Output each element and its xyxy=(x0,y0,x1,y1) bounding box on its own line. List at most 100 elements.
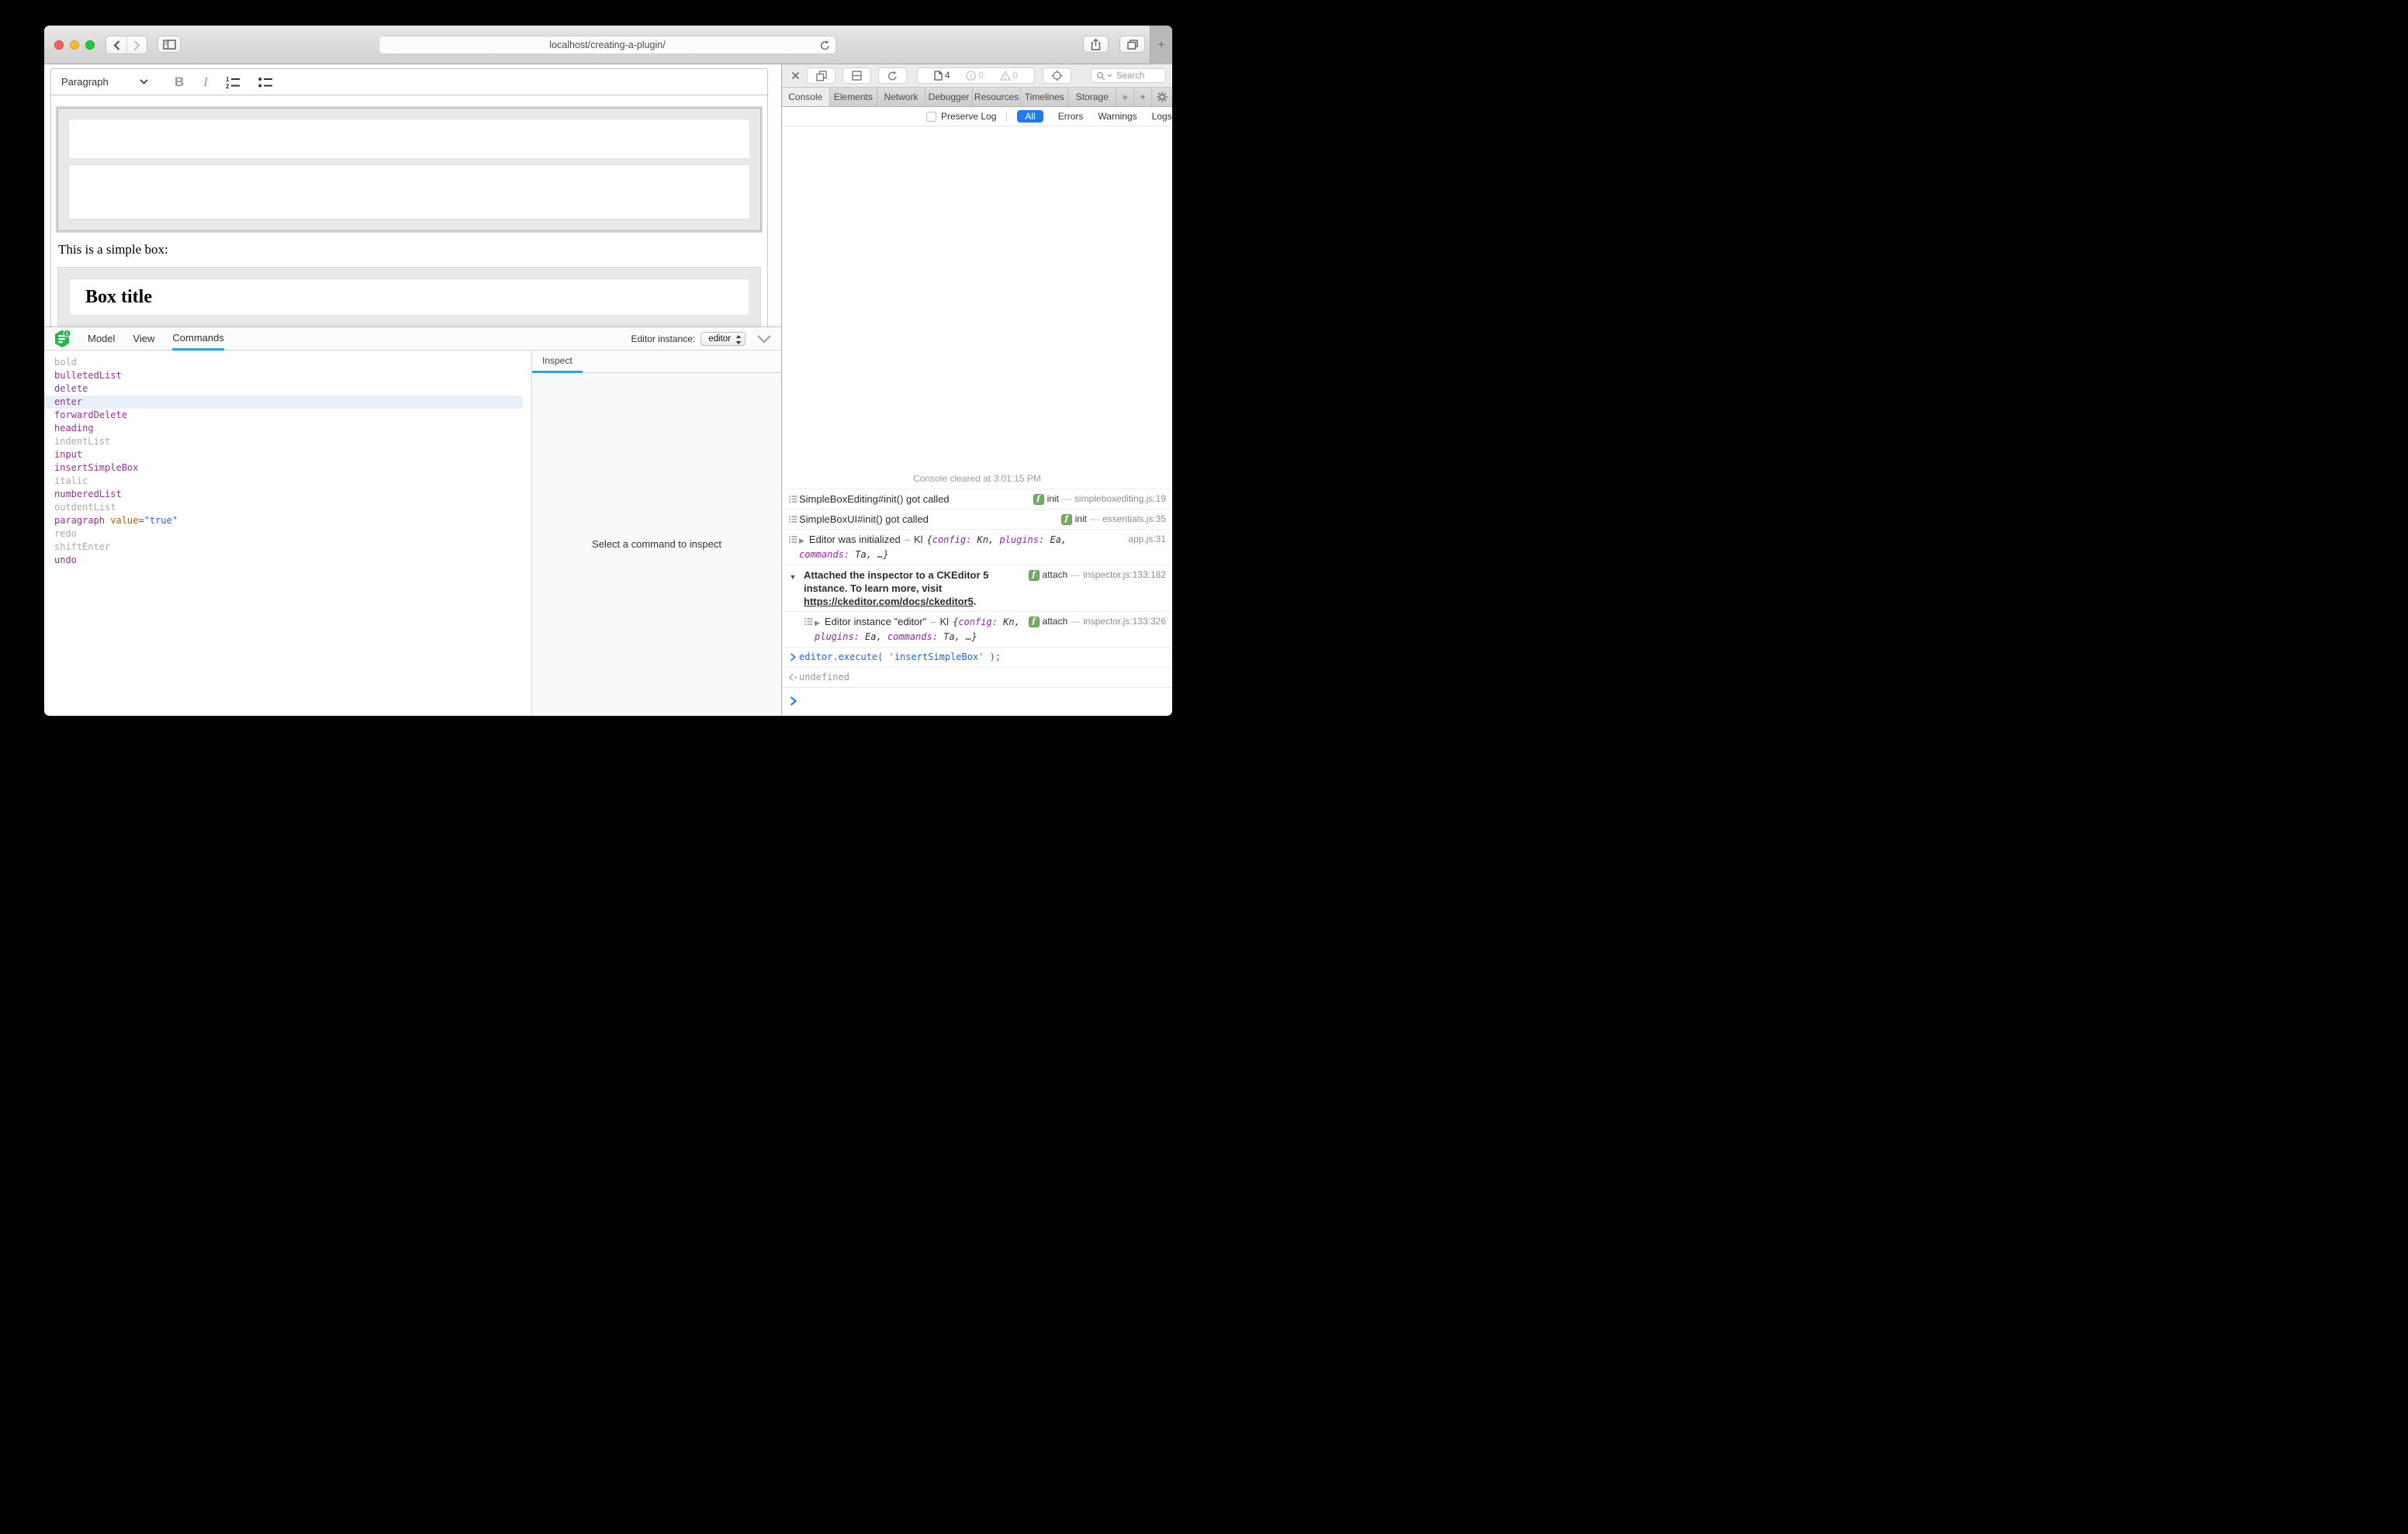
source-link[interactable]: app.js:31 xyxy=(1128,534,1166,545)
function-name: init xyxy=(1075,513,1087,525)
inspect-pane-tabs: Inspect xyxy=(532,351,781,373)
tab-commands[interactable]: Commands xyxy=(172,327,223,351)
console-prompt-row[interactable] xyxy=(782,687,1172,715)
command-item-shiftenter[interactable]: shiftEnter xyxy=(44,541,531,554)
simple-box-title-field[interactable]: Box title xyxy=(69,278,749,316)
console-log-row[interactable]: SimpleBoxEditing#init() got called f ini… xyxy=(782,489,1172,509)
reload-page-button[interactable] xyxy=(878,67,907,84)
source-link[interactable]: essentials.js:35 xyxy=(1102,513,1166,525)
tab-view[interactable]: View xyxy=(133,327,154,351)
bold-button[interactable]: B xyxy=(175,74,184,90)
command-item-insertsimplebox[interactable]: insertSimpleBox xyxy=(44,461,531,475)
console-output[interactable]: Console cleared at 3:01:15 PM SimpleBoxE… xyxy=(782,126,1172,715)
crosshair-icon xyxy=(1051,70,1063,81)
function-badge-icon: f xyxy=(1029,617,1040,627)
reload-button[interactable] xyxy=(820,40,830,55)
back-button[interactable] xyxy=(106,36,126,54)
bulleted-list-button[interactable] xyxy=(258,76,273,88)
sidebar-icon xyxy=(163,40,176,50)
new-tab-button[interactable]: + xyxy=(1150,26,1172,64)
collapse-panel-button[interactable] xyxy=(756,334,772,344)
address-bar[interactable]: localhost/creating-a-plugin/ xyxy=(379,36,836,54)
console-command-echo-row[interactable]: editor.execute( 'insertSimpleBox' ); xyxy=(782,647,1172,667)
simple-box-widget-selected[interactable] xyxy=(57,108,761,231)
simple-box-title-field[interactable] xyxy=(68,119,750,159)
chevron-down-icon xyxy=(1107,74,1112,78)
error-count: 0 xyxy=(978,71,983,81)
zoom-window-button[interactable] xyxy=(85,40,95,50)
simple-box-description-field[interactable] xyxy=(68,164,750,219)
filter-all-button[interactable]: All xyxy=(1017,110,1043,123)
command-item-input[interactable]: input xyxy=(44,448,531,461)
command-item-undo[interactable]: undo xyxy=(44,554,531,567)
minimize-window-button[interactable] xyxy=(70,40,79,50)
editor-instance-select[interactable]: editor xyxy=(701,332,746,346)
browser-titlebar: localhost/creating-a-plugin/ xyxy=(44,26,1172,64)
command-item-indentlist[interactable]: indentList xyxy=(44,435,531,448)
tab-overflow-button[interactable]: » xyxy=(1116,88,1134,106)
dock-bottom-icon xyxy=(852,71,862,81)
sidebar-toggle-button[interactable] xyxy=(157,36,181,53)
filter-warnings-button[interactable]: Warnings xyxy=(1098,111,1137,122)
numbered-list-button[interactable]: 1 2 xyxy=(226,76,240,88)
prompt-chevron-icon xyxy=(787,696,799,706)
tab-overview-button[interactable] xyxy=(1119,36,1145,53)
source-link[interactable]: inspector.js:133:326 xyxy=(1083,616,1166,627)
element-picker-button[interactable] xyxy=(1043,67,1071,84)
expand-triangle-icon[interactable]: ▶ xyxy=(815,619,820,627)
collapse-triangle-icon[interactable]: ▼ xyxy=(787,571,799,584)
command-item-bulletedlist[interactable]: bulletedList xyxy=(44,369,531,382)
close-window-button[interactable] xyxy=(54,40,64,50)
add-tab-button[interactable]: + xyxy=(1134,88,1152,106)
command-item-outdentlist[interactable]: outdentList xyxy=(44,501,531,514)
function-badge-icon: f xyxy=(1033,494,1044,505)
tab-elements[interactable]: Elements xyxy=(830,88,878,106)
italic-button[interactable]: I xyxy=(203,74,208,90)
console-log-row-object[interactable]: ▶Editor was initialized–Kl{config: Kn, p… xyxy=(782,529,1172,565)
forward-button[interactable] xyxy=(126,36,147,54)
dock-to-window-button[interactable] xyxy=(807,67,836,84)
close-inspector-button[interactable] xyxy=(788,71,802,80)
filter-logs-button[interactable]: Logs xyxy=(1152,111,1172,122)
preserve-log-checkbox[interactable] xyxy=(926,112,936,122)
ckeditor-docs-link[interactable]: https://ckeditor.com/docs/ckeditor5 xyxy=(804,596,974,607)
command-item-bold[interactable]: bold xyxy=(44,356,531,369)
resource-issue-summary[interactable]: 4 0 xyxy=(917,67,1035,84)
console-log-row-expanded[interactable]: ▼ Attached the inspector to a CKEditor 5… xyxy=(782,565,1172,611)
console-log-row[interactable]: SimpleBoxUI#init() got called f init — e… xyxy=(782,509,1172,529)
command-item-enter-selected[interactable]: enter xyxy=(44,396,523,409)
function-badge-icon: f xyxy=(1029,570,1040,581)
source-link[interactable]: simpleboxediting.js:19 xyxy=(1074,493,1166,505)
inspector-search-field[interactable]: Search xyxy=(1091,68,1166,83)
command-item-heading[interactable]: heading xyxy=(44,422,531,435)
tab-storage[interactable]: Storage xyxy=(1068,88,1116,106)
log-item-icon xyxy=(802,617,815,626)
command-item-numberedlist[interactable]: numberedList xyxy=(44,488,531,501)
svg-text:2: 2 xyxy=(226,83,230,88)
tab-timelines[interactable]: Timelines xyxy=(1021,88,1069,106)
filter-errors-button[interactable]: Errors xyxy=(1058,111,1084,122)
expand-triangle-icon[interactable]: ▶ xyxy=(799,537,804,544)
dock-to-bottom-button[interactable] xyxy=(842,67,871,84)
inspector-toolbar: 4 0 xyxy=(782,64,1172,88)
command-item-redo[interactable]: redo xyxy=(44,527,531,541)
tab-resources[interactable]: Resources xyxy=(973,88,1021,106)
tab-debugger[interactable]: Debugger xyxy=(925,88,974,106)
console-log-row-nested[interactable]: ▶Editor instance "editor"–Kl{config: Kn,… xyxy=(782,611,1172,647)
share-button[interactable] xyxy=(1083,36,1109,53)
command-item-delete[interactable]: delete xyxy=(44,382,531,396)
console-result-row[interactable]: undefined xyxy=(782,667,1172,687)
source-link[interactable]: inspector.js:133:182 xyxy=(1083,569,1166,581)
command-item-paragraph[interactable]: paragraph value="true" xyxy=(44,514,531,527)
inspector-settings-button[interactable] xyxy=(1152,88,1172,106)
tab-network[interactable]: Network xyxy=(877,88,925,106)
heading-dropdown[interactable]: Paragraph xyxy=(51,69,154,95)
tab-model[interactable]: Model xyxy=(88,327,115,351)
plus-icon: + xyxy=(1157,37,1165,53)
paragraph-text[interactable]: This is a simple box: xyxy=(58,242,760,257)
tab-console[interactable]: Console xyxy=(782,88,830,106)
command-item-italic[interactable]: italic xyxy=(44,475,531,488)
command-item-forwarddelete[interactable]: forwardDelete xyxy=(44,409,531,422)
document-icon xyxy=(934,71,943,81)
tab-inspect[interactable]: Inspect xyxy=(532,351,583,373)
